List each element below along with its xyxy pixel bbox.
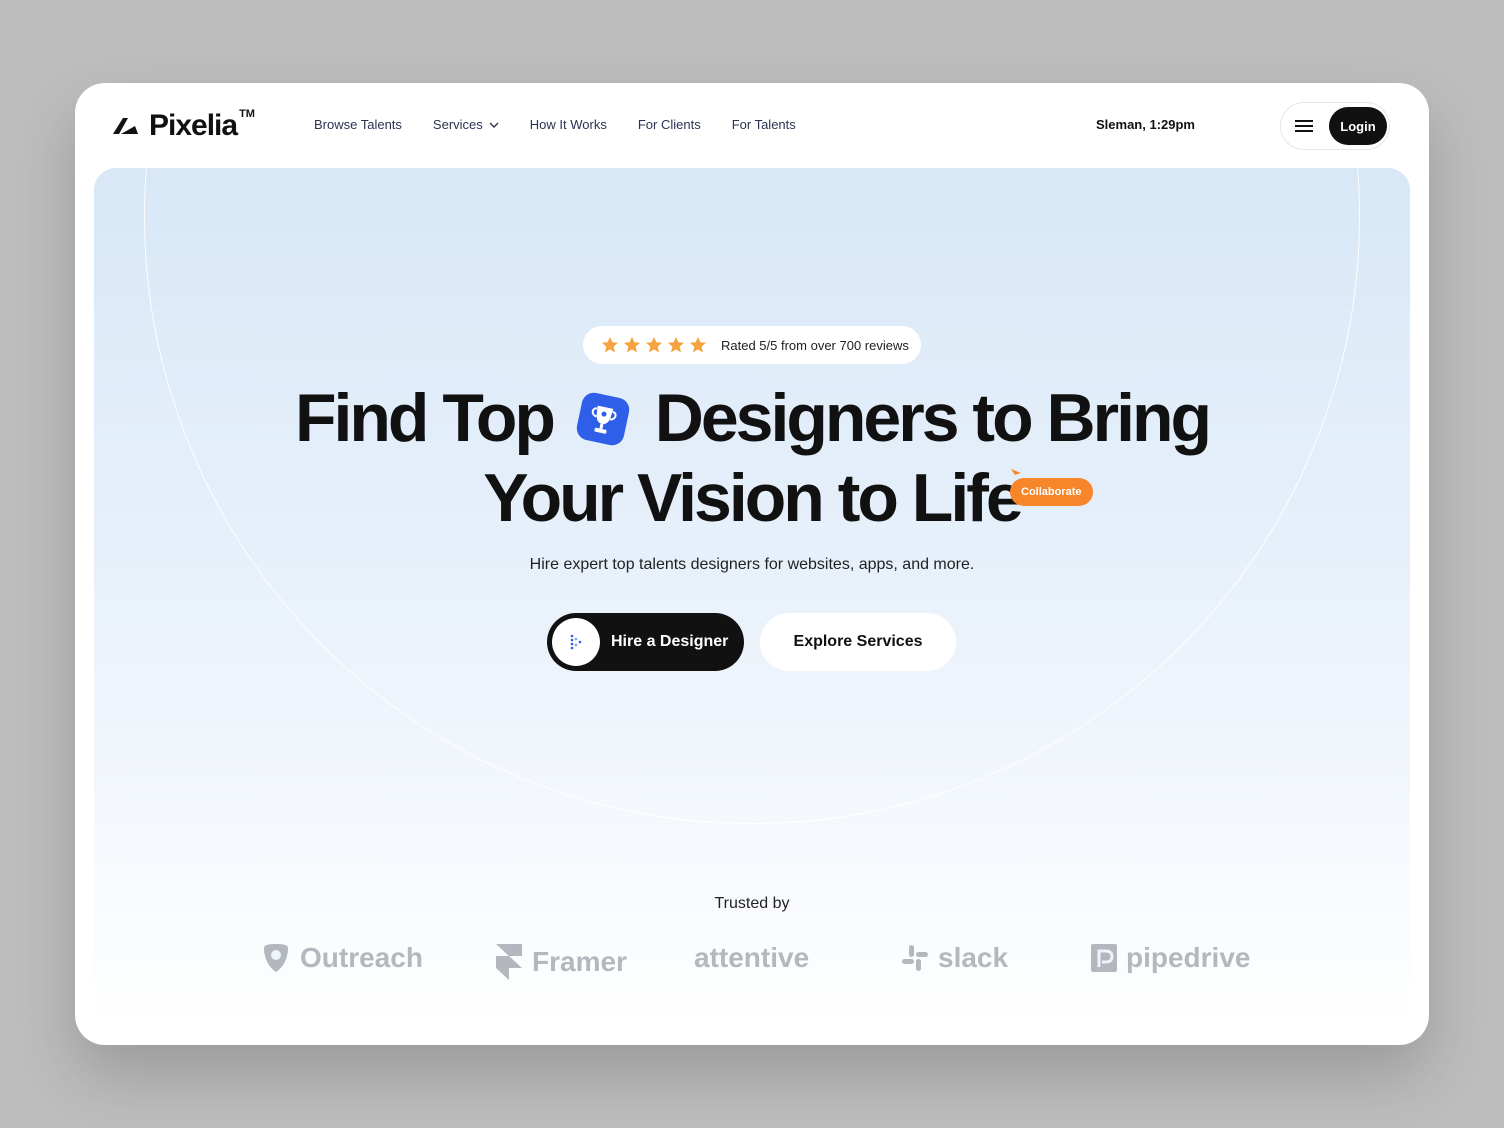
brand-name: slack <box>938 942 1009 973</box>
nav-link-services[interactable]: Services <box>433 117 499 132</box>
hire-designer-button[interactable]: Hire a Designer <box>547 613 744 671</box>
star-icon <box>623 336 641 353</box>
outreach-icon <box>264 944 288 972</box>
hero-headline: Find Top Designers to Bring Your Vision … <box>94 378 1410 538</box>
nav-link-browse-talents[interactable]: Browse Talents <box>314 117 402 132</box>
hamburger-icon[interactable] <box>1295 117 1317 137</box>
star-rating <box>601 336 707 354</box>
brand-logos: Outreach Framer attentive slack pipedriv… <box>94 938 1410 988</box>
trophy-icon <box>576 392 630 446</box>
top-navigation: Pixelia TM Browse Talents Services How I… <box>75 83 1429 167</box>
hero-section: Rated 5/5 from over 700 reviews Find Top <box>94 168 1410 1028</box>
nav-link-label: For Talents <box>731 117 796 132</box>
pipedrive-icon <box>1091 944 1117 972</box>
headline-line-2: Your Vision to Life <box>483 460 1023 536</box>
nav-link-label: Services <box>432 117 483 132</box>
rating-text: Rated 5/5 from over 700 reviews <box>721 337 909 353</box>
nav-link-label: For Clients <box>637 117 701 132</box>
logo-text: Pixelia <box>149 109 238 142</box>
play-dots-icon <box>552 618 600 666</box>
brand-name: attentive <box>694 942 810 973</box>
logo[interactable]: Pixelia TM <box>111 108 255 143</box>
nav-link-label: Browse Talents <box>314 117 402 132</box>
brand-pipedrive: pipedrive <box>1090 942 1250 974</box>
location-time: Sleman, 1:29pm <box>1096 117 1195 132</box>
headline-text: Designers to Bring <box>654 380 1212 456</box>
nav-link-label: How It Works <box>529 117 607 132</box>
star-icon <box>689 336 707 353</box>
star-icon <box>601 336 619 353</box>
explore-services-button[interactable]: Explore Services <box>760 613 956 671</box>
brand-outreach: Outreach <box>260 942 423 974</box>
trusted-by-label: Trusted by <box>714 895 790 912</box>
nav-link-for-talents[interactable]: For Talents <box>732 117 796 132</box>
rating-badge: Rated 5/5 from over 700 reviews <box>583 326 921 364</box>
brand-name: pipedrive <box>1126 942 1251 973</box>
star-icon <box>645 336 663 353</box>
cta-row: Hire a Designer Explore Services <box>547 613 956 671</box>
collaborate-label: Collaborate <box>1010 478 1093 506</box>
slack-icon <box>902 945 928 971</box>
pixelia-logo-icon <box>113 118 138 134</box>
brand-name: Outreach <box>300 942 423 973</box>
collaborate-cursor-badge: Collaborate <box>1010 468 1093 506</box>
nav-actions: Login <box>1280 102 1390 150</box>
nav-link-for-clients[interactable]: For Clients <box>638 117 701 132</box>
hire-designer-label: Hire a Designer <box>611 633 729 650</box>
logo-trademark: TM <box>239 108 255 120</box>
brand-name: Framer <box>532 946 627 977</box>
framer-icon <box>496 944 522 980</box>
nav-link-how-it-works[interactable]: How It Works <box>530 117 607 132</box>
brand-framer: Framer <box>494 942 627 982</box>
star-icon <box>667 336 685 353</box>
brand-slack: slack <box>900 942 1008 974</box>
brand-attentive: attentive <box>694 942 809 974</box>
chevron-down-icon <box>489 122 499 128</box>
headline-text: Find Top <box>294 380 556 456</box>
headline-line-1: Find Top Designers to Bring <box>94 378 1410 458</box>
nav-links: Browse Talents Services How It Works For… <box>314 117 796 132</box>
browser-window: Pixelia TM Browse Talents Services How I… <box>75 83 1429 1045</box>
login-button[interactable]: Login <box>1329 107 1387 145</box>
hero-subtitle: Hire expert top talents designers for we… <box>529 556 975 573</box>
